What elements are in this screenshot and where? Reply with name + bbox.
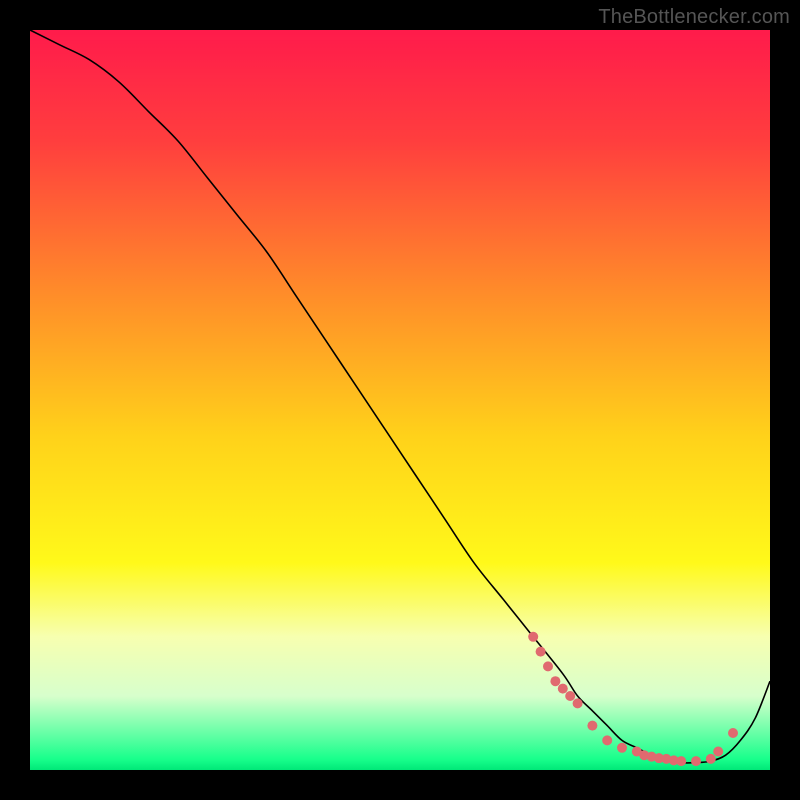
highlight-point <box>713 747 723 757</box>
highlight-point <box>617 743 627 753</box>
plot-area <box>30 30 770 770</box>
bottleneck-curve <box>30 30 770 763</box>
curve-layer <box>30 30 770 770</box>
highlight-point <box>691 756 701 766</box>
highlight-point <box>706 754 716 764</box>
highlight-point <box>558 684 568 694</box>
watermark-text: TheBottlenecker.com <box>598 6 790 29</box>
highlight-point <box>573 698 583 708</box>
highlight-point <box>587 721 597 731</box>
chart-frame: TheBottlenecker.com <box>0 0 800 800</box>
highlight-point <box>543 661 553 671</box>
highlight-point <box>528 632 538 642</box>
highlight-point <box>728 728 738 738</box>
highlight-point <box>550 676 560 686</box>
highlight-point <box>602 735 612 745</box>
highlight-point <box>676 756 686 766</box>
highlight-point <box>536 647 546 657</box>
highlight-point <box>565 691 575 701</box>
